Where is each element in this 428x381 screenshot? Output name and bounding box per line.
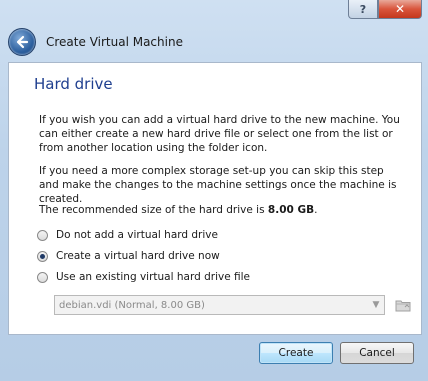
existing-file-select[interactable]: debian.vdi (Normal, 8.00 GB) ▼ — [54, 295, 385, 315]
radio-no-drive[interactable] — [37, 229, 48, 241]
window-frame: ? ✕ Create Virtual Machine Hard drive If… — [0, 0, 428, 381]
wizard-header: Create Virtual Machine — [8, 22, 420, 62]
option-create-drive[interactable]: Create a virtual hard drive now — [37, 250, 220, 262]
back-arrow-icon — [16, 35, 29, 49]
window-title: Create Virtual Machine — [46, 35, 183, 49]
cancel-button[interactable]: Cancel — [340, 342, 414, 364]
existing-file-value: debian.vdi (Normal, 8.00 GB) — [59, 299, 205, 311]
close-button[interactable]: ✕ — [378, 0, 422, 19]
button-bar: Create Cancel — [0, 333, 428, 381]
caption-buttons: ? ✕ — [348, 0, 422, 20]
option-create-drive-label: Create a virtual hard drive now — [56, 250, 220, 262]
advanced-paragraph: If you need a more complex storage set-u… — [39, 165, 397, 205]
page-heading: Hard drive — [34, 75, 113, 93]
option-no-drive-label: Do not add a virtual hard drive — [56, 229, 218, 241]
choose-file-button[interactable] — [393, 295, 413, 315]
back-button[interactable] — [8, 28, 36, 56]
help-button[interactable]: ? — [348, 0, 378, 19]
radio-create-drive[interactable] — [37, 250, 48, 262]
recommended-size-value: 8.00 GB — [267, 204, 315, 216]
radio-existing-drive[interactable] — [37, 271, 48, 283]
option-existing-drive[interactable]: Use an existing virtual hard drive file — [37, 271, 250, 283]
option-no-drive[interactable]: Do not add a virtual hard drive — [37, 229, 218, 241]
option-existing-drive-label: Use an existing virtual hard drive file — [56, 271, 250, 283]
recommended-suffix: . — [314, 204, 318, 216]
recommended-prefix: The recommended size of the hard drive i… — [39, 204, 268, 216]
create-button[interactable]: Create — [259, 342, 333, 364]
folder-icon — [395, 300, 411, 312]
content-panel: Hard drive If you wish you can add a vir… — [8, 62, 422, 335]
chevron-down-icon[interactable]: ▼ — [368, 296, 384, 314]
intro-paragraph: If you wish you can add a virtual hard d… — [39, 114, 400, 154]
recommended-size-text: The recommended size of the hard drive i… — [39, 203, 401, 217]
